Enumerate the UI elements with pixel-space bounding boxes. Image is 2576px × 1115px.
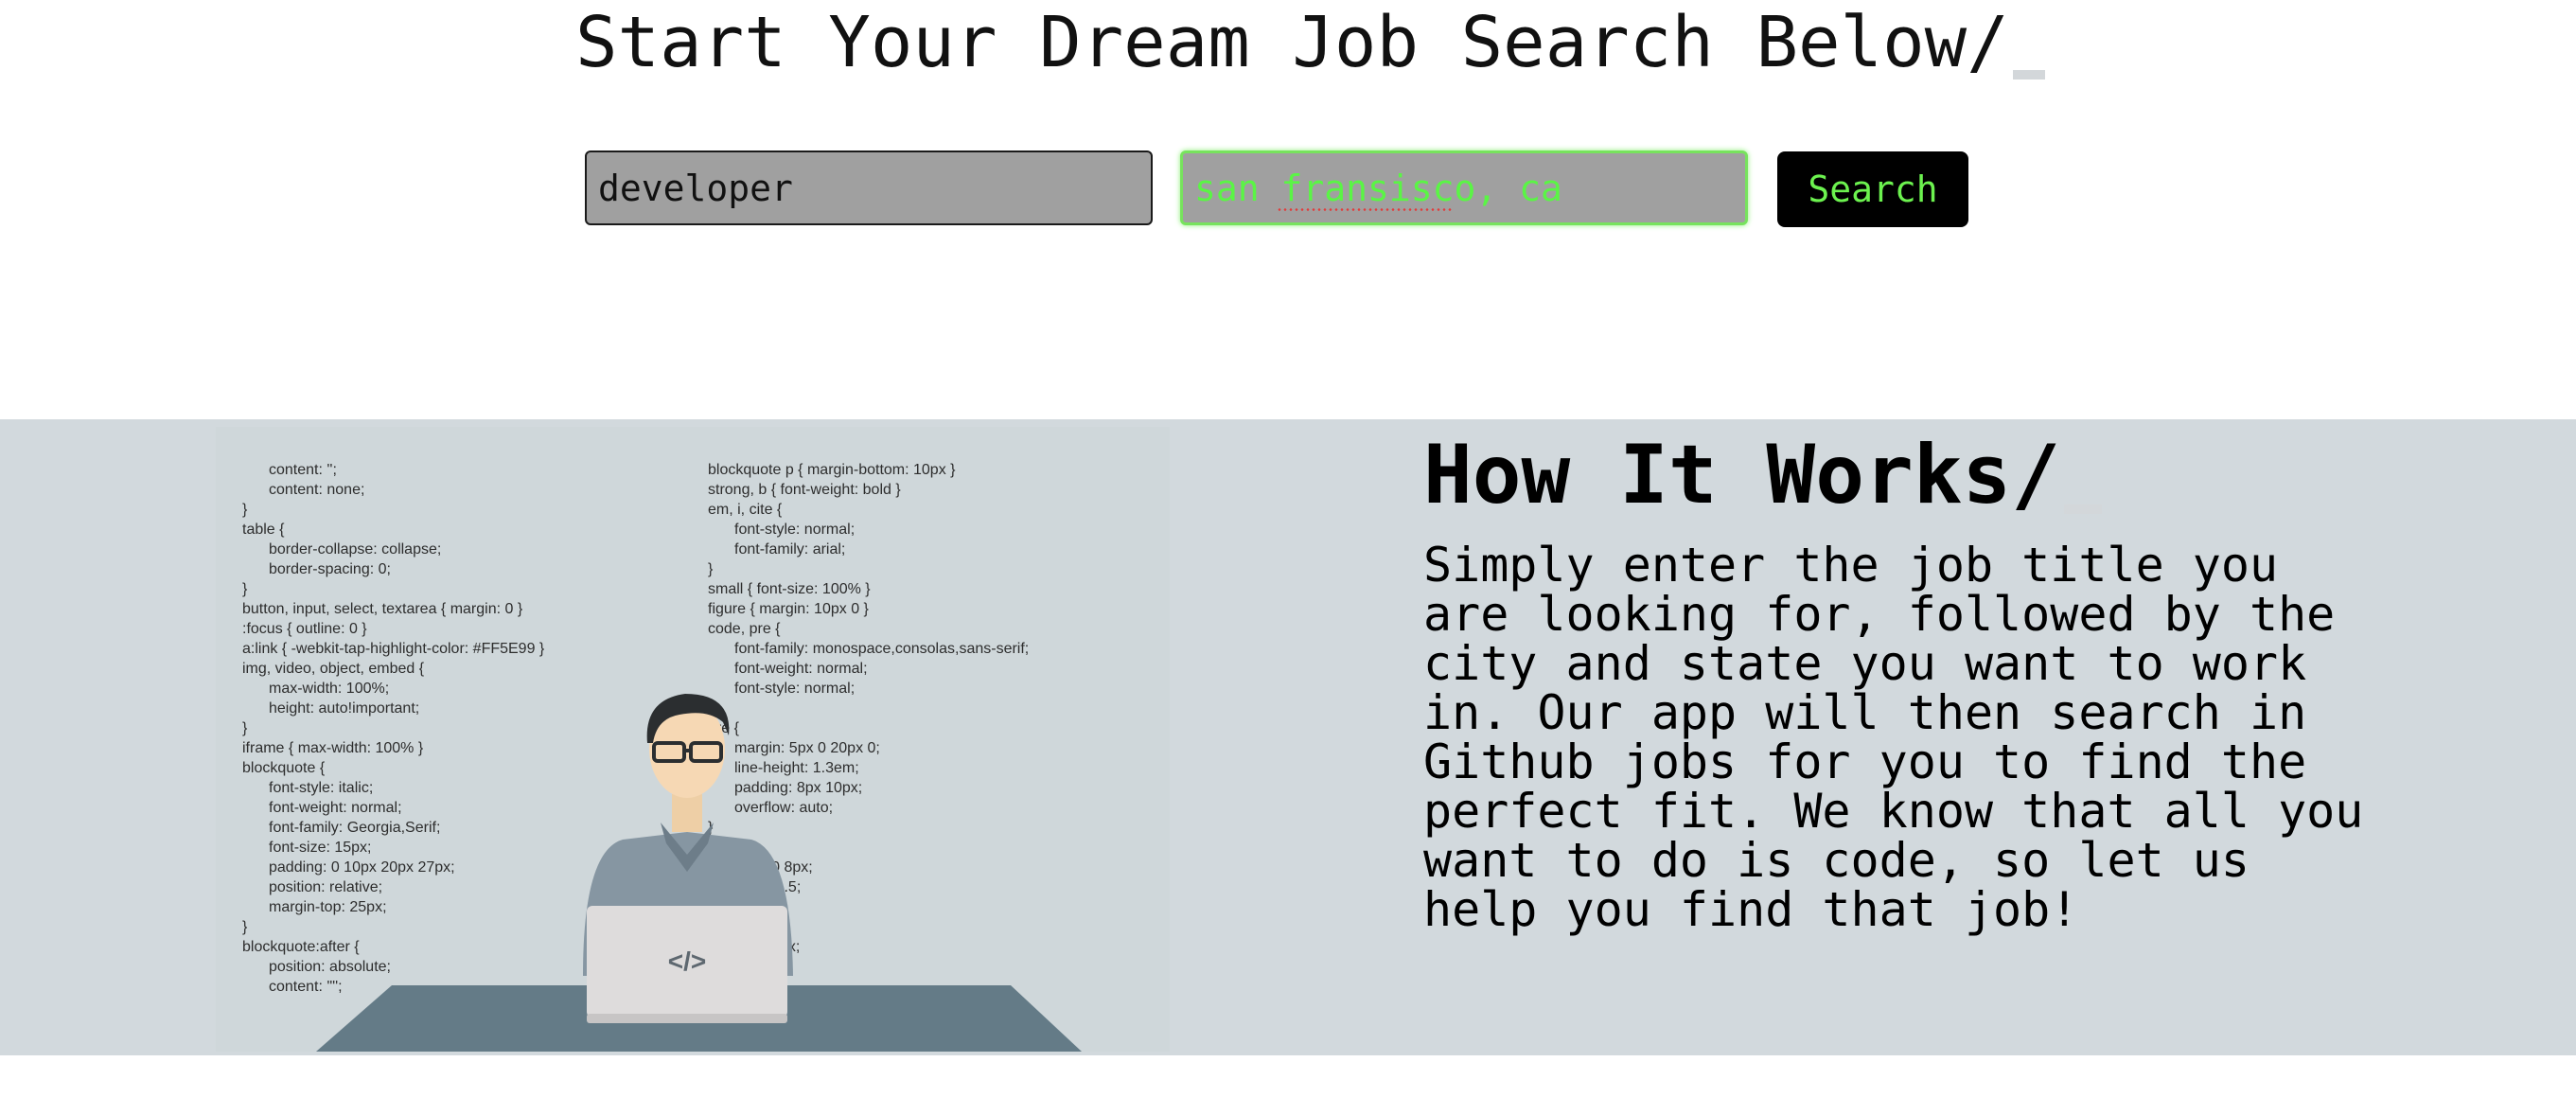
code-line: }: [242, 581, 248, 597]
code-line: font-style: normal;: [734, 681, 855, 697]
code-line: code, pre {: [708, 621, 781, 637]
location-input[interactable]: [1180, 150, 1748, 225]
job-title-input[interactable]: [585, 150, 1153, 225]
blinking-cursor: [2064, 504, 2103, 514]
code-line: blockquote {: [242, 760, 326, 776]
how-it-works-title-text: How It Works/: [1423, 428, 2061, 522]
code-line: }: [242, 919, 248, 935]
code-line: a:link { -webkit-tap-highlight-color: #F…: [242, 641, 545, 657]
code-line: content: '';: [269, 462, 337, 478]
code-line: border-collapse: collapse;: [269, 541, 441, 558]
code-line: table {: [242, 522, 285, 538]
code-line: padding: 8px 10px;: [734, 780, 862, 796]
laptop-base: [587, 1014, 787, 1023]
code-line: :focus { outline: 0 }: [242, 621, 367, 637]
code-line: font-style: italic;: [269, 780, 373, 796]
code-line: position: relative;: [269, 879, 382, 895]
code-line: }: [242, 502, 248, 518]
code-line: content: none;: [269, 482, 364, 498]
code-line: padding: 0 10px 20px 27px;: [269, 859, 455, 876]
code-line: font-family: Georgia,Serif;: [269, 820, 440, 836]
code-line: font-weight: normal;: [269, 800, 402, 816]
code-line: em, i, cite {: [708, 502, 783, 518]
code-line: blockquote p { margin-bottom: 10px }: [708, 462, 956, 478]
how-it-works-title: How It Works/: [1423, 423, 2103, 527]
code-line: content: '"';: [269, 979, 343, 995]
code-line: position: absolute;: [269, 959, 391, 975]
code-line: max-width: 100%;: [269, 681, 389, 697]
code-line: img, video, object, embed {: [242, 661, 425, 677]
code-line: font-family: monospace,consolas,sans-ser…: [734, 641, 1029, 657]
code-line: strong, b { font-weight: bold }: [708, 482, 901, 498]
search-section: Start Your Dream Job Search Below/ Searc…: [0, 0, 2576, 419]
code-line: font-style: normal;: [734, 522, 855, 538]
code-line: margin: 5px 0 20px 0;: [734, 740, 880, 756]
code-line: font-family: arial;: [734, 541, 845, 558]
code-line: font-size: 15px;: [269, 840, 372, 856]
how-it-works-section: content: ''; content: none;} table { border…: [0, 419, 2576, 1055]
code-line: margin-top: 25px;: [269, 899, 387, 915]
page-title-text: Start Your Dream Job Search Below/: [575, 2, 2009, 83]
code-line: small { font-size: 100% }: [708, 581, 871, 597]
neck-shape: [672, 794, 702, 832]
code-line: iframe { max-width: 100% }: [242, 740, 424, 756]
page-title: Start Your Dream Job Search Below/: [575, 0, 2045, 85]
laptop-code-logo: </>: [668, 947, 706, 976]
code-line: font-weight: normal;: [734, 661, 868, 677]
code-line: }: [242, 720, 248, 736]
code-line: button, input, select, textarea { margin…: [242, 601, 523, 617]
search-button[interactable]: Search: [1777, 151, 1968, 227]
code-line: overflow: auto;: [734, 800, 833, 816]
code-line: figure { margin: 10px 0 }: [708, 601, 870, 617]
blinking-cursor: [2012, 70, 2045, 80]
how-it-works-description: Simply enter the job title you are looki…: [1423, 538, 2364, 937]
developer-at-laptop-illustration: content: ''; content: none;} table { border…: [216, 427, 1170, 1052]
code-line: border-spacing: 0;: [269, 561, 391, 577]
code-line: height: auto!important;: [269, 700, 419, 717]
code-line: }: [708, 561, 714, 577]
code-line: line-height: 1.3em;: [734, 760, 859, 776]
code-line: blockquote:after {: [242, 939, 360, 955]
